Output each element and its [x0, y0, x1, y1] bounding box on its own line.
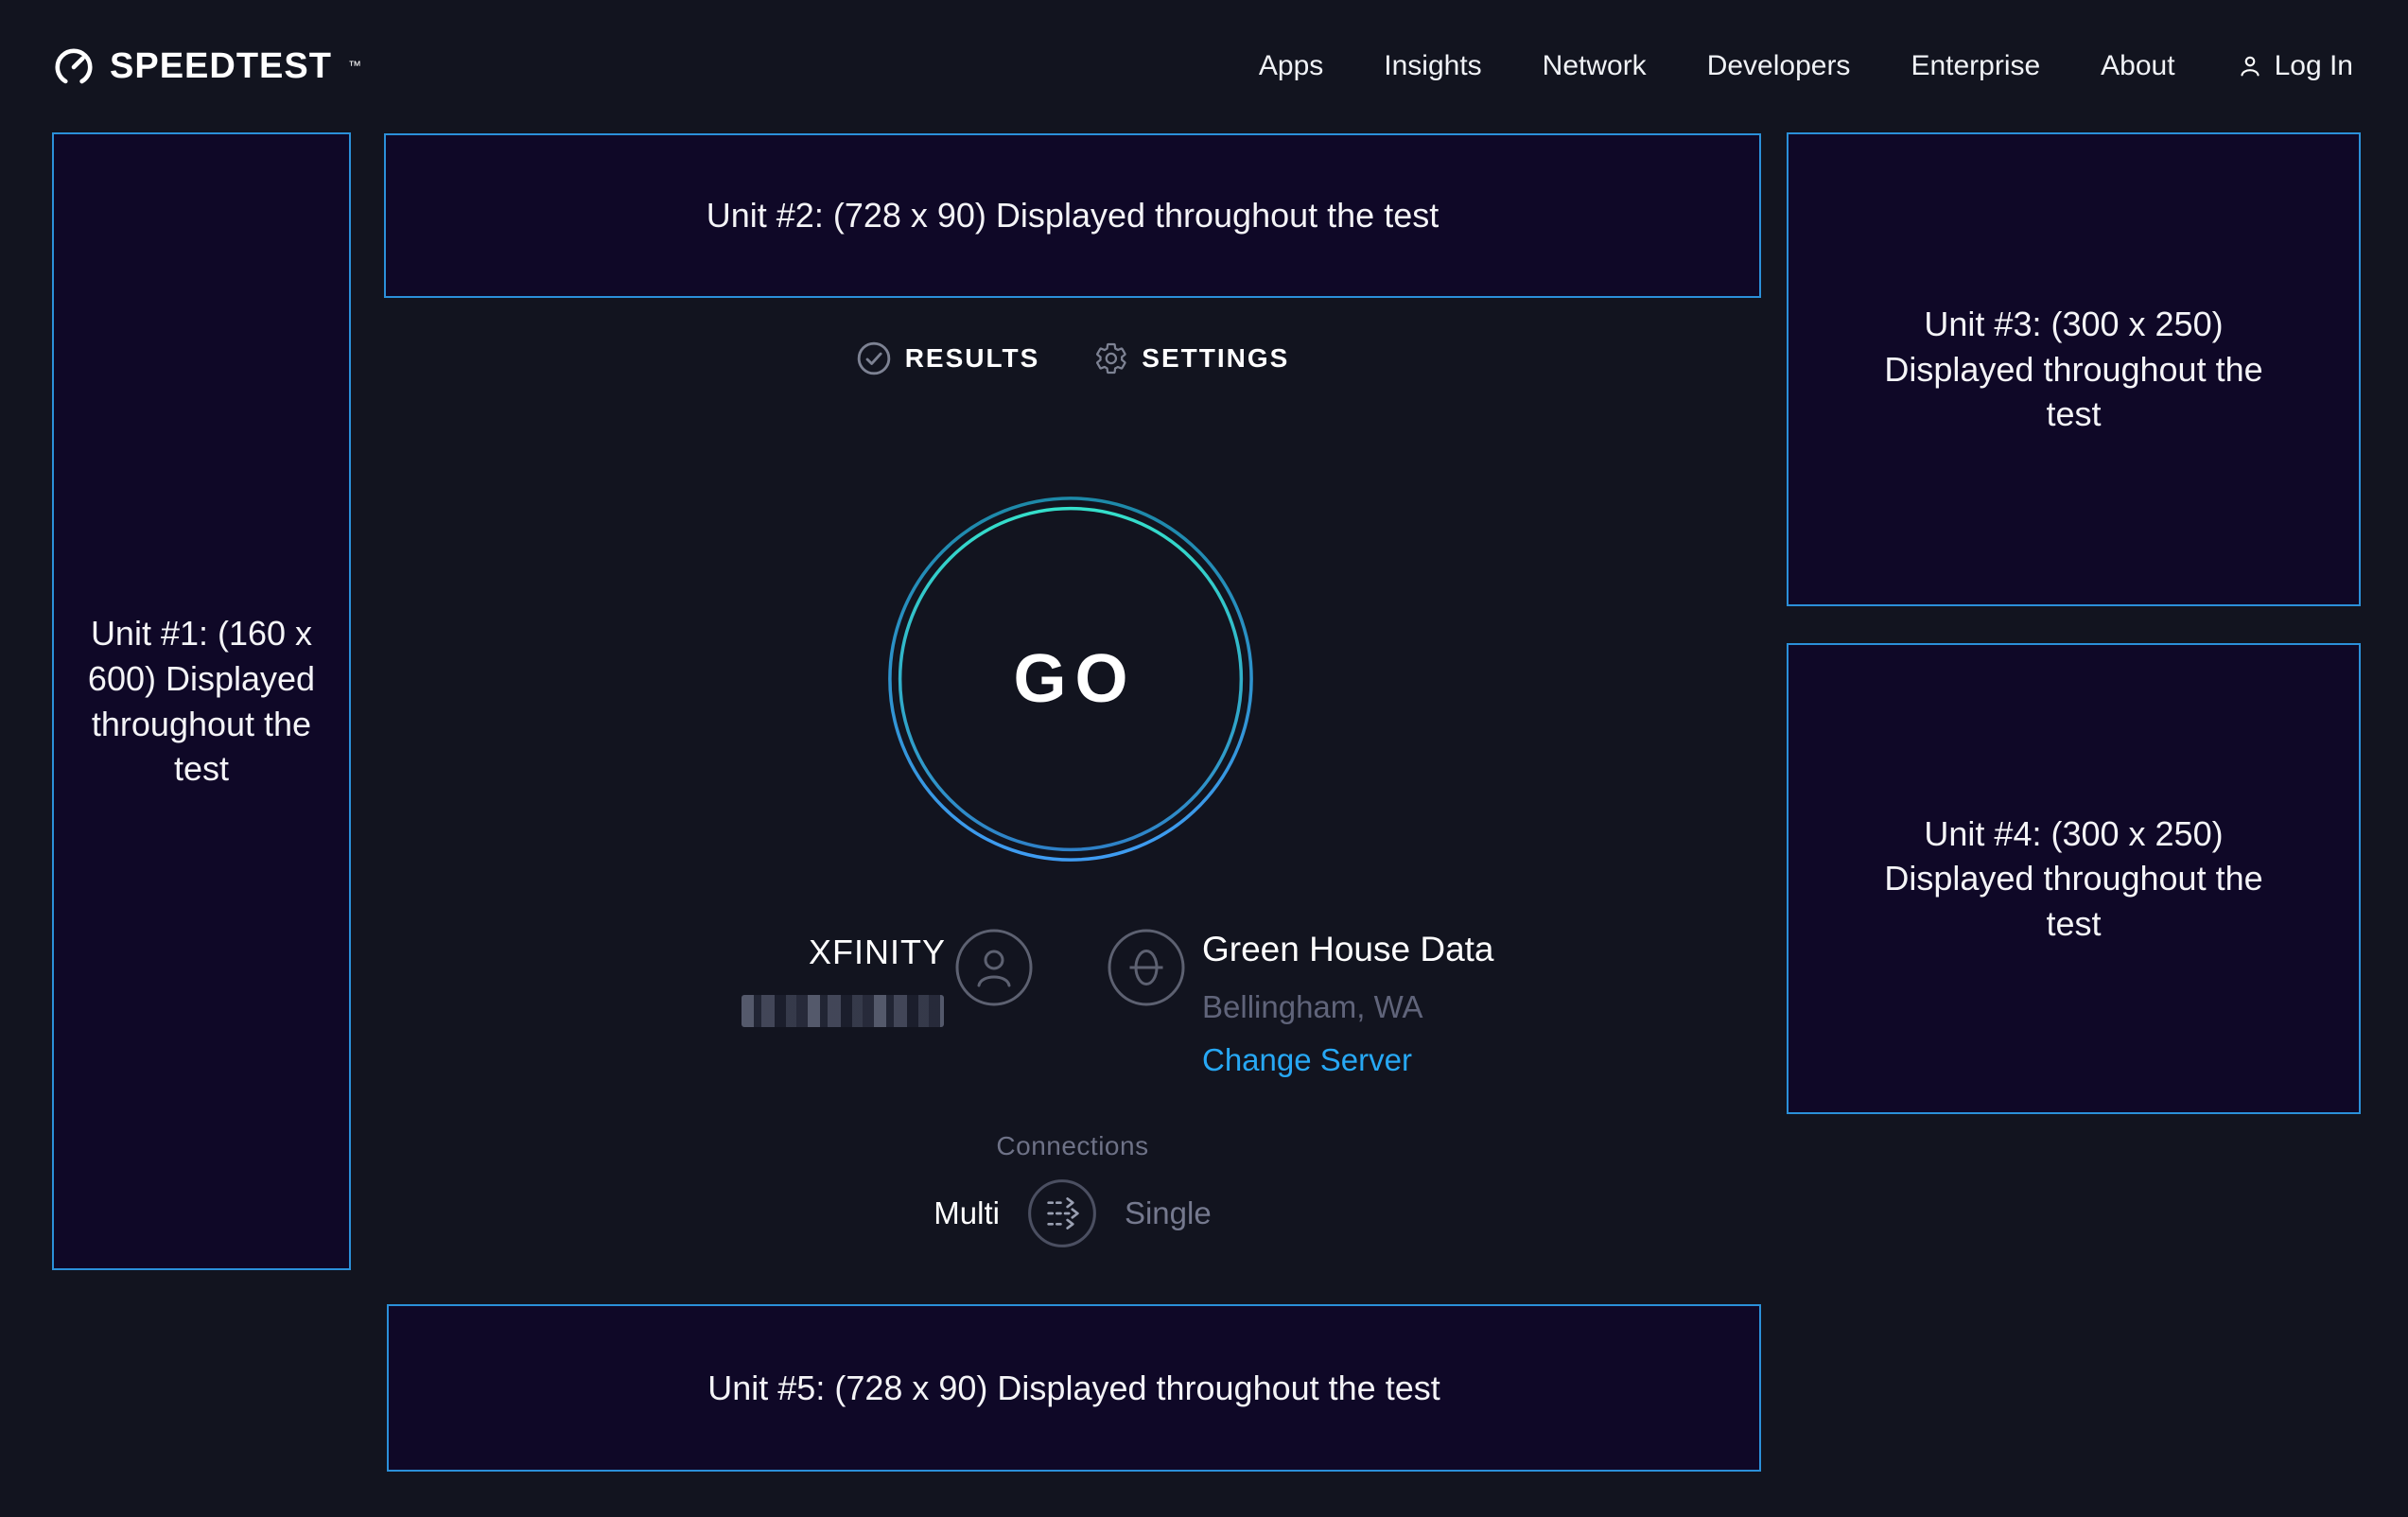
speedtest-logo[interactable]: SPEEDTEST ™ [52, 44, 361, 88]
tab-settings-label: SETTINGS [1142, 343, 1289, 374]
ad-unit-3[interactable]: Unit #3: (300 x 250) Displayed throughou… [1787, 132, 2361, 606]
multi-arrows-icon [1025, 1177, 1099, 1250]
login-label: Log In [2275, 50, 2353, 82]
ad-unit-2-text: Unit #2: (728 x 90) Displayed throughout… [707, 193, 1439, 238]
ad-unit-2[interactable]: Unit #2: (728 x 90) Displayed throughout… [384, 133, 1761, 298]
results-settings-tabs: RESULTS SETTINGS [384, 340, 1761, 376]
server-location: Bellingham, WA [1202, 991, 1494, 1022]
ad-unit-1-text: Unit #1: (160 x 600) Displayed throughou… [82, 611, 321, 791]
user-circle-icon[interactable] [954, 928, 1034, 1007]
login-button[interactable]: Log In [2236, 50, 2353, 82]
connections-option-single[interactable]: Single [1125, 1195, 1212, 1231]
ad-unit-5-text: Unit #5: (728 x 90) Displayed throughout… [707, 1366, 1440, 1411]
connections-toggle[interactable] [1025, 1177, 1099, 1250]
check-circle-icon [856, 340, 892, 376]
server-name: Green House Data [1202, 932, 1494, 967]
tab-results-label: RESULTS [905, 343, 1040, 374]
nav-about[interactable]: About [2101, 50, 2174, 82]
ad-unit-4[interactable]: Unit #4: (300 x 250) Displayed throughou… [1787, 643, 2361, 1114]
provider-name: XFINITY [726, 933, 946, 972]
gear-icon [1094, 341, 1128, 375]
connections-row: Multi Single [384, 1177, 1761, 1250]
speedtest-page: SPEEDTEST ™ Apps Insights Network Develo… [0, 0, 2408, 1517]
nav-developers[interactable]: Developers [1707, 50, 1851, 82]
ad-unit-5[interactable]: Unit #5: (728 x 90) Displayed throughout… [387, 1304, 1761, 1472]
go-button[interactable]: GO [886, 495, 1255, 863]
nav-apps[interactable]: Apps [1259, 50, 1323, 82]
change-server-link[interactable]: Change Server [1202, 1044, 1494, 1075]
tab-settings[interactable]: SETTINGS [1094, 340, 1289, 376]
globe-icon [1107, 928, 1186, 1007]
top-nav-bar: SPEEDTEST ™ Apps Insights Network Develo… [0, 0, 2408, 132]
logo-text: SPEEDTEST [110, 46, 332, 87]
ad-unit-1[interactable]: Unit #1: (160 x 600) Displayed throughou… [52, 132, 351, 1270]
go-button-label: GO [886, 495, 1255, 863]
tab-results[interactable]: RESULTS [856, 340, 1040, 376]
speedometer-gauge-icon [52, 44, 96, 88]
user-icon [2236, 52, 2264, 80]
nav-insights[interactable]: Insights [1384, 50, 1481, 82]
main-nav: Apps Insights Network Developers Enterpr… [1259, 50, 2353, 82]
ad-unit-4-text: Unit #4: (300 x 250) Displayed throughou… [1860, 811, 2288, 947]
logo-trademark: ™ [348, 58, 361, 73]
ad-unit-3-text: Unit #3: (300 x 250) Displayed throughou… [1860, 302, 2288, 437]
nav-enterprise[interactable]: Enterprise [1911, 50, 2040, 82]
nav-network[interactable]: Network [1543, 50, 1647, 82]
connections-label: Connections [384, 1131, 1761, 1161]
provider-ip-redacted [742, 995, 944, 1027]
server-info: Green House Data Bellingham, WA Change S… [1202, 932, 1494, 1075]
connections-option-multi[interactable]: Multi [934, 1195, 1000, 1231]
